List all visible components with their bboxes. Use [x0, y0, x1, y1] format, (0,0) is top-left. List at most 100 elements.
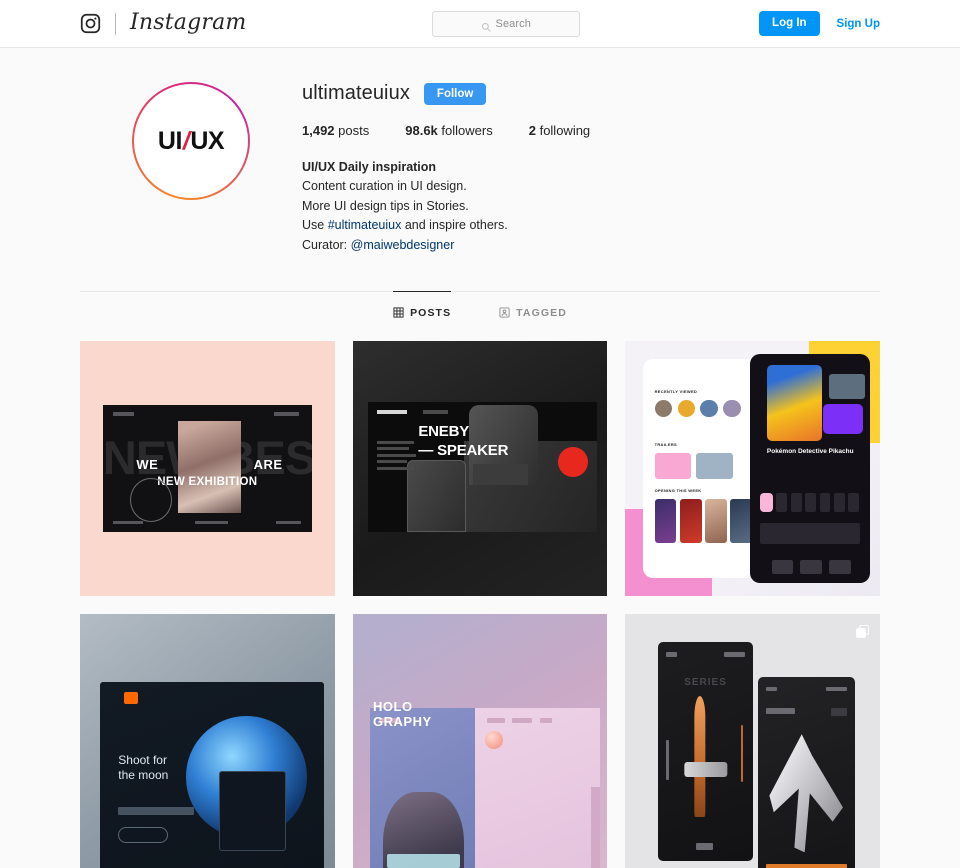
post-1-headline: NEW EXHIBITION — [157, 475, 258, 488]
avatar-inner: UI/UX — [134, 84, 248, 198]
post-4-art: Shoot for the moon — [80, 613, 335, 868]
brand-divider — [115, 12, 116, 35]
post-1-portrait — [178, 421, 241, 513]
profile-header: UI/UX ultimateuiux Follow 1,492 posts 98… — [80, 48, 880, 255]
search-placeholder: Search — [495, 17, 531, 30]
profile-stats: 1,492 posts 98.6k followers 2 following — [302, 123, 880, 138]
post-3-trailer-2 — [695, 452, 733, 480]
post-5-sidebar — [590, 786, 600, 868]
post-2-art: ENEBY — SPEAKER — [352, 340, 608, 596]
instagram-camera-icon[interactable] — [80, 13, 101, 34]
sign-up-button[interactable]: Sign Up — [837, 18, 880, 30]
post-3-tabbar — [650, 551, 751, 572]
post-3-phone-light: RECENTLY VIEWED TRAILERS OPENING THIS WE… — [643, 358, 758, 578]
post-6-chip — [831, 707, 847, 716]
post-6-footer-label — [696, 843, 714, 850]
profile-tabs: POSTS TAGGED — [80, 290, 880, 333]
post-3-thumb — [829, 374, 866, 400]
post-3-day-3 — [790, 493, 802, 512]
post-2-list-1 — [377, 440, 414, 444]
post-3-section-3: OPENING THIS WEEK — [654, 487, 702, 493]
stat-following[interactable]: 2 following — [529, 123, 590, 138]
post-2-title: ENEBY — SPEAKER — [418, 422, 509, 459]
follow-button[interactable]: Follow — [423, 82, 487, 105]
post-3-avatar-3 — [700, 400, 718, 418]
post-tile-rocket-app[interactable]: SERIES — [625, 613, 880, 868]
post-6-phone-left: SERIES — [658, 641, 753, 861]
post-2-paragraph — [473, 464, 529, 486]
post-2-list-3 — [377, 453, 417, 457]
post-6-aircraft — [769, 734, 843, 853]
post-1-text-we: WE — [136, 456, 159, 472]
post-tile-new-exhibition[interactable]: NEW BEST WE ARE NEW EXHIBITION — [80, 340, 335, 596]
post-2-list-4 — [377, 460, 407, 464]
post-3-poster-2 — [679, 498, 702, 543]
bio-title: UI/UX Daily inspiration — [302, 160, 437, 174]
post-6-ghost-text: SERIES — [684, 676, 727, 688]
post-1-circle-badge — [130, 477, 172, 522]
instagram-wordmark[interactable]: Instagram — [130, 11, 246, 34]
bio-line-2: More UI design tips in Stories. — [302, 198, 469, 213]
post-6-orange-bar — [765, 863, 847, 868]
post-3-poster-3 — [705, 498, 727, 543]
multiple-photos-icon — [855, 624, 870, 639]
post-3-day-4 — [805, 493, 816, 512]
post-6-status-right — [724, 652, 746, 657]
avatar[interactable]: UI/UX — [132, 82, 250, 200]
grid-icon — [393, 307, 404, 318]
post-3-section-1: RECENTLY VIEWED — [654, 389, 698, 395]
post-5-nav-1 — [487, 718, 505, 723]
post-1-footer-bar-mid — [194, 521, 229, 525]
post-2-speaker-small — [406, 460, 467, 532]
tab-tagged[interactable]: TAGGED — [499, 291, 567, 333]
post-5-art: HOLO GRAPHY — [352, 613, 608, 868]
post-2-list-5 — [377, 466, 414, 470]
header-actions: Log In Sign Up — [759, 11, 880, 36]
post-tile-holography[interactable]: HOLO GRAPHY — [352, 613, 608, 868]
stat-posts[interactable]: 1,492 posts — [302, 123, 369, 138]
post-6-art: SERIES — [625, 613, 880, 868]
post-2-red-button — [558, 447, 588, 478]
post-3-cinema-row — [759, 523, 861, 544]
post-tile-eneby-speaker[interactable]: ENEBY — SPEAKER — [352, 340, 608, 596]
post-3-day-7 — [848, 493, 860, 512]
post-tile-shoot-for-the-moon[interactable]: Shoot for the moon — [80, 613, 335, 868]
post-1-footer-bar-right — [276, 521, 302, 525]
log-in-button[interactable]: Log In — [759, 11, 820, 36]
post-3-avatar-4 — [723, 400, 741, 418]
post-6-scale-ticks — [665, 740, 669, 780]
bio-line-1: Content curation in UI design. — [302, 179, 467, 194]
search-input[interactable]: Search — [431, 10, 580, 37]
bio-line-4-prefix: Curator: — [302, 237, 351, 252]
bio-line-3-suffix: and inspire others. — [401, 218, 508, 233]
post-3-showtime-1 — [771, 559, 794, 574]
post-3-movie-poster — [766, 365, 822, 441]
post-1-footer-bar-left — [113, 521, 143, 525]
post-tile-movie-app[interactable]: RECENTLY VIEWED TRAILERS OPENING THIS WE… — [625, 340, 880, 596]
post-3-avatar-2 — [677, 400, 695, 418]
post-3-section-2: TRAILERS — [654, 441, 677, 447]
post-5-accent-sphere — [485, 730, 503, 749]
site-header: Instagram Search Log In Sign Up — [0, 0, 960, 48]
post-2-nav-mid — [422, 409, 449, 414]
post-3-phone-dark: Pokémon Detective Pikachu — [750, 353, 870, 583]
post-4-brand-mark — [123, 692, 139, 704]
post-3-trailer-1 — [654, 452, 692, 480]
posts-grid: NEW BEST WE ARE NEW EXHIBITION — [80, 340, 880, 868]
bio-mention-link[interactable]: @maiwebdesigner — [351, 238, 455, 252]
post-6-status-left-2 — [765, 687, 778, 692]
brand[interactable]: Instagram — [80, 11, 246, 35]
header-inner: Instagram Search Log In Sign Up — [70, 0, 890, 47]
bio-line-3-prefix: Use — [302, 218, 328, 233]
post-3-active-day — [759, 493, 773, 512]
post-4-subtext — [118, 807, 195, 816]
tab-posts[interactable]: POSTS — [393, 290, 452, 333]
stat-followers[interactable]: 98.6k followers — [405, 123, 492, 138]
post-4-screen: Shoot for the moon — [100, 682, 325, 868]
post-3-day-2 — [776, 493, 788, 512]
post-3-poster-1 — [654, 498, 677, 543]
post-5-nav-2 — [512, 718, 533, 723]
post-6-status-left — [665, 652, 678, 657]
post-6-status-right-2 — [825, 687, 847, 692]
bio-hashtag-link[interactable]: #ultimateuiux — [328, 218, 402, 232]
